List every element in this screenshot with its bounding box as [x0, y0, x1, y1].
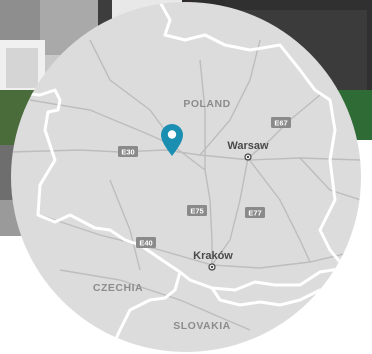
- map-canvas[interactable]: POLAND CZECHIA SLOVAKIA Warsaw Kraków E3…: [11, 2, 361, 352]
- country-label-czechia: CZECHIA: [93, 282, 143, 294]
- city-label-warsaw: Warsaw: [227, 140, 269, 152]
- location-pin-hole: [167, 130, 177, 139]
- road-label-e30: E30: [121, 148, 134, 157]
- road-shield-e67: E67: [271, 117, 291, 128]
- city-dot-center-krakow: [210, 265, 214, 269]
- map-view[interactable]: POLAND CZECHIA SLOVAKIA Warsaw Kraków E3…: [11, 2, 361, 352]
- road-shield-e30: E30: [118, 146, 138, 157]
- country-label-slovakia: SLOVAKIA: [173, 320, 230, 332]
- city-dot-center-warsaw: [246, 155, 250, 159]
- road-label-e67: E67: [274, 119, 287, 128]
- road-label-e77: E77: [248, 209, 261, 218]
- road-shield-e77: E77: [245, 207, 265, 218]
- road-label-e75: E75: [190, 207, 203, 216]
- city-label-krakow: Kraków: [193, 250, 233, 262]
- road-label-e40: E40: [139, 239, 152, 248]
- land-area: [11, 2, 361, 352]
- map-widget: POLAND CZECHIA SLOVAKIA Warsaw Kraków E3…: [0, 0, 372, 354]
- road-shield-e40: E40: [136, 237, 156, 248]
- road-shield-e75: E75: [187, 205, 207, 216]
- country-label-poland: POLAND: [183, 98, 230, 110]
